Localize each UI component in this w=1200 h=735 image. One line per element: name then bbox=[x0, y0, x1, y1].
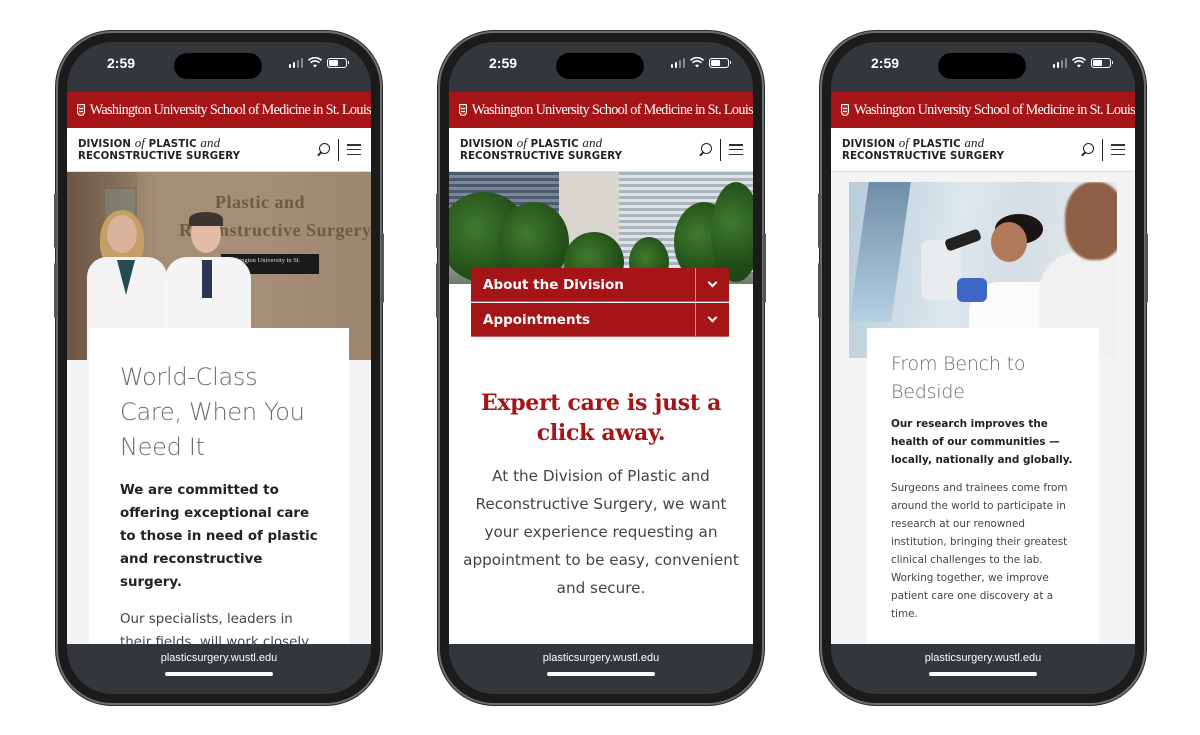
signal-icon bbox=[1052, 57, 1067, 68]
phone-mockup-appointments: 2:59 Washington University School of Med… bbox=[436, 33, 766, 703]
web-page: Washington University School of Medicine… bbox=[831, 92, 1135, 644]
battery-icon bbox=[1091, 57, 1113, 68]
cta-body: At the Division of Plastic and Reconstru… bbox=[463, 467, 739, 597]
accordion-toggle[interactable] bbox=[695, 268, 729, 301]
university-name: Washington University School of Medicine… bbox=[89, 101, 371, 118]
division-logo[interactable]: DIVISION of PLASTIC and RECONSTRUCTIVE S… bbox=[78, 136, 240, 163]
phone-screen: 2:59 Washington University School of Med… bbox=[67, 42, 371, 694]
site-header: DIVISION of PLASTIC and RECONSTRUCTIVE S… bbox=[449, 128, 753, 172]
accordion-label: Appointments bbox=[483, 311, 591, 328]
header-divider bbox=[337, 138, 339, 161]
status-bar: 2:59 bbox=[449, 42, 753, 92]
intro-heading: World-Class Care, When You Need It bbox=[120, 363, 305, 461]
phone-mockup-research: 2:59 Washington University School of Med… bbox=[818, 33, 1148, 703]
phone-screen: 2:59 Washington University School of Med… bbox=[449, 42, 753, 694]
intro-body: Our specialists, leaders in their fields… bbox=[120, 612, 310, 644]
intro-lead: We are committed to offering exceptional… bbox=[120, 483, 318, 590]
university-banner[interactable]: Washington University School of Medicine… bbox=[449, 92, 753, 128]
division-logo[interactable]: DIVISION of PLASTIC and RECONSTRUCTIVE S… bbox=[842, 136, 1004, 163]
wifi-icon bbox=[690, 57, 704, 68]
signal-icon bbox=[288, 57, 303, 68]
site-header: DIVISION of PLASTIC and RECONSTRUCTIVE S… bbox=[831, 128, 1135, 172]
dynamic-island bbox=[174, 53, 262, 79]
accordion-appointments[interactable]: Appointments bbox=[471, 303, 729, 337]
research-card: From Bench to Bedside Our research impro… bbox=[867, 328, 1099, 644]
web-page: Washington University School of Medicine… bbox=[67, 92, 371, 644]
university-name: Washington University School of Medicine… bbox=[471, 101, 753, 118]
division-logo[interactable]: DIVISION of PLASTIC and RECONSTRUCTIVE S… bbox=[460, 136, 622, 163]
university-banner[interactable]: Washington University School of Medicine… bbox=[67, 92, 371, 128]
browser-bottom-bar: plasticsurgery.wustl.edu bbox=[831, 644, 1135, 694]
search-icon[interactable] bbox=[698, 142, 712, 157]
wifi-icon bbox=[1072, 57, 1086, 68]
status-time: 2:59 bbox=[871, 55, 900, 71]
research-heading: From Bench to Bedside bbox=[891, 353, 1026, 403]
accordion-toggle[interactable] bbox=[695, 303, 729, 336]
site-header: DIVISION of PLASTIC and RECONSTRUCTIVE S… bbox=[67, 128, 371, 172]
cta-heading: Expert care is just a click away. bbox=[480, 390, 722, 446]
url-bar[interactable]: plasticsurgery.wustl.edu bbox=[161, 652, 278, 664]
web-page: Washington University School of Medicine… bbox=[449, 92, 753, 644]
browser-bottom-bar: plasticsurgery.wustl.edu bbox=[67, 644, 371, 694]
wustl-shield-icon bbox=[459, 104, 467, 116]
signal-icon bbox=[670, 57, 685, 68]
chevron-down-icon bbox=[707, 277, 718, 288]
header-divider bbox=[1101, 138, 1103, 161]
wall-sign: Plastic and bbox=[215, 192, 306, 212]
menu-icon[interactable] bbox=[347, 144, 361, 155]
battery-icon bbox=[709, 57, 731, 68]
wustl-shield-icon bbox=[841, 104, 849, 116]
battery-icon bbox=[327, 57, 349, 68]
university-banner[interactable]: Washington University School of Medicine… bbox=[831, 92, 1135, 128]
url-bar[interactable]: plasticsurgery.wustl.edu bbox=[925, 652, 1042, 664]
status-time: 2:59 bbox=[107, 55, 136, 71]
home-indicator[interactable] bbox=[165, 672, 273, 676]
dynamic-island bbox=[938, 53, 1026, 79]
wifi-icon bbox=[308, 57, 322, 68]
home-indicator[interactable] bbox=[547, 672, 655, 676]
research-lead: Our research improves the health of our … bbox=[891, 418, 1073, 466]
dynamic-island bbox=[556, 53, 644, 79]
status-time: 2:59 bbox=[489, 55, 518, 71]
status-icons bbox=[288, 57, 349, 68]
phone-screen: 2:59 Washington University School of Med… bbox=[831, 42, 1135, 694]
university-name: Washington University School of Medicine… bbox=[853, 101, 1135, 118]
status-icons bbox=[670, 57, 731, 68]
status-bar: 2:59 bbox=[67, 42, 371, 92]
wustl-shield-icon bbox=[77, 104, 85, 116]
menu-icon[interactable] bbox=[729, 144, 743, 155]
phone-mockup-home: 2:59 Washington University School of Med… bbox=[54, 33, 384, 703]
search-icon[interactable] bbox=[1080, 142, 1094, 157]
accordion-label: About the Division bbox=[483, 276, 624, 293]
accordion-about-division[interactable]: About the Division bbox=[471, 268, 729, 302]
intro-card: World-Class Care, When You Need It We ar… bbox=[89, 328, 349, 644]
browser-bottom-bar: plasticsurgery.wustl.edu bbox=[449, 644, 753, 694]
url-bar[interactable]: plasticsurgery.wustl.edu bbox=[543, 652, 660, 664]
status-icons bbox=[1052, 57, 1113, 68]
chevron-down-icon bbox=[707, 312, 718, 323]
header-divider bbox=[719, 138, 721, 161]
research-body: Surgeons and trainees come from around t… bbox=[891, 482, 1068, 620]
home-indicator[interactable] bbox=[929, 672, 1037, 676]
status-bar: 2:59 bbox=[831, 42, 1135, 92]
search-icon[interactable] bbox=[316, 142, 330, 157]
menu-icon[interactable] bbox=[1111, 144, 1125, 155]
